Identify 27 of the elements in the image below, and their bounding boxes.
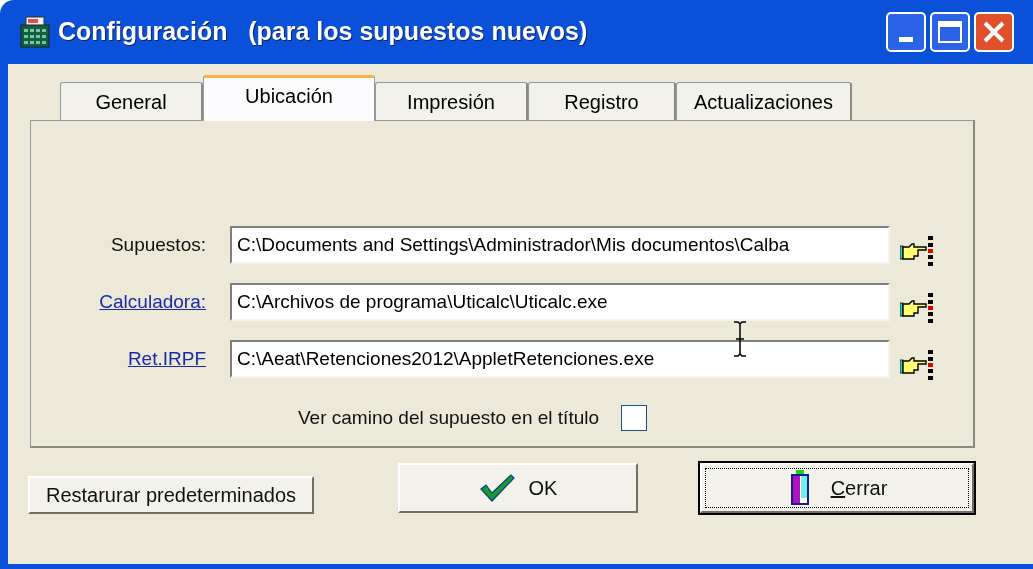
maximize-button[interactable] — [930, 12, 970, 52]
checkmark-icon — [478, 474, 515, 502]
text-cursor-icon — [733, 321, 747, 357]
checkbox-label: Ver camino del supuesto en el título — [298, 406, 600, 430]
window-title: Configuración (para los supuestos nuevos) — [58, 16, 588, 48]
field-label: Supuestos: — [109, 232, 206, 257]
minimize-button[interactable] — [886, 12, 926, 52]
close-dialog-button[interactable]: Cerrar — [700, 463, 974, 513]
pointing-hand-icon[interactable] — [900, 236, 934, 266]
path-field[interactable]: C:\Aeat\Retenciones2012\AppletRetenciones.exe — [230, 340, 890, 378]
calculator-icon — [20, 16, 50, 48]
ok-button[interactable]: OK — [398, 463, 638, 513]
link[interactable]: Ret.IRPF — [31, 344, 206, 374]
path-field[interactable]: C:\Documents and Settings\Administrador\Mis documentos\Calba — [230, 226, 890, 264]
pointing-hand-icon[interactable] — [900, 350, 934, 380]
restore-defaults-button[interactable]: Restarurar predeterminados — [28, 476, 314, 514]
close-button[interactable] — [974, 12, 1014, 52]
pointing-hand-icon[interactable] — [900, 293, 934, 323]
tab[interactable]: Ubicación — [203, 75, 375, 121]
tab[interactable]: Actualizaciones — [676, 82, 852, 120]
path-field[interactable]: C:\Archivos de programa\Uticalc\Uticalc.exe — [230, 283, 890, 321]
close-icon — [982, 20, 1006, 44]
tab[interactable]: General — [60, 82, 203, 120]
link[interactable]: Calculadora: — [31, 287, 206, 317]
tab[interactable]: Registro — [528, 82, 676, 120]
checkbox[interactable] — [621, 405, 648, 432]
tab[interactable]: Impresión — [375, 82, 528, 120]
